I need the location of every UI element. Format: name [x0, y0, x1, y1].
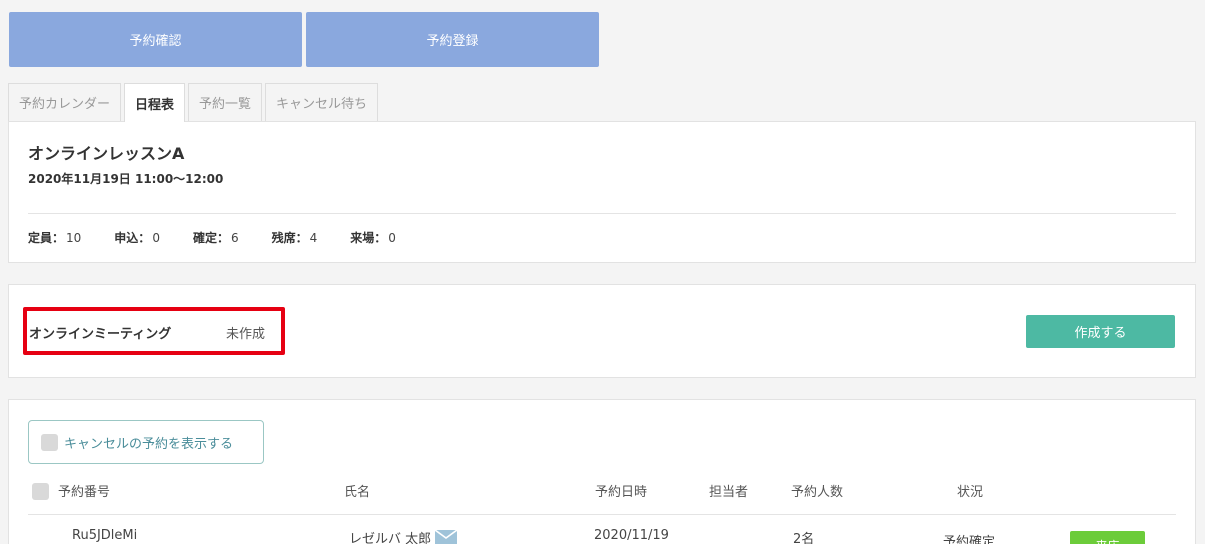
visit-button[interactable]: 来店	[1070, 531, 1145, 544]
divider	[28, 213, 1176, 214]
show-cancelled-toggle[interactable]: キャンセルの予約を表示する	[28, 420, 264, 464]
reservation-status: 予約確定	[943, 535, 996, 544]
column-header-count[interactable]: 予約人数	[791, 481, 843, 500]
select-all-checkbox[interactable]	[32, 483, 49, 500]
stat-visited: 来場： 0	[350, 229, 396, 246]
column-header-staff[interactable]: 担当者	[709, 481, 748, 500]
show-cancelled-checkbox[interactable]	[41, 433, 58, 451]
reservation-list-panel: キャンセルの予約を表示する 予約番号 氏名 予約日時 担当者 予約人数 状況 R…	[8, 399, 1196, 544]
column-header-name[interactable]: 氏名	[344, 481, 370, 500]
stat-label: 残席：	[271, 231, 308, 245]
stat-value: 6	[230, 231, 239, 245]
stat-applied: 申込： 0	[114, 229, 160, 246]
tab-reservation-list[interactable]: 予約一覧	[188, 83, 263, 121]
lesson-title: オンラインレッスンA	[28, 144, 185, 163]
stat-confirmed: 確定： 6	[193, 229, 239, 246]
stat-capacity: 定員： 10	[28, 229, 81, 246]
divider	[28, 514, 1176, 515]
lesson-info-panel: オンラインレッスンA 2020年11月19日 11:00〜12:00 定員： 10…	[8, 121, 1196, 263]
online-meeting-status: 未作成	[226, 327, 266, 342]
online-meeting-panel: オンラインミーティング 未作成 作成する	[8, 284, 1196, 378]
stat-label: 定員：	[28, 231, 65, 245]
reservation-confirm-button[interactable]: 予約確認	[9, 12, 302, 67]
reservation-register-button[interactable]: 予約登録	[306, 12, 599, 67]
stat-value: 4	[309, 231, 318, 245]
stat-label: 確定：	[192, 231, 229, 245]
stat-value: 0	[152, 231, 160, 245]
show-cancelled-label: キャンセルの予約を表示する	[64, 436, 234, 452]
lesson-date: 2020年11月19日 11:00〜12:00	[28, 172, 224, 186]
stat-label: 申込：	[114, 231, 151, 245]
column-header-status[interactable]: 状況	[957, 481, 983, 500]
customer-name[interactable]: レゼルバ 太郎	[349, 528, 458, 544]
column-header-number[interactable]: 予約番号	[58, 481, 110, 500]
tab-schedule[interactable]: 日程表	[124, 83, 186, 122]
online-meeting-label: オンラインミーティング	[29, 327, 172, 342]
lesson-stats: 定員： 10 申込： 0 確定： 6 残席： 4 来場： 0	[28, 229, 429, 246]
mail-icon[interactable]	[435, 530, 458, 544]
stat-value: 10	[66, 231, 82, 245]
reservation-number[interactable]: Ru5JDleMi	[72, 528, 137, 543]
stat-value: 0	[388, 231, 396, 245]
tab-cancel-waiting[interactable]: キャンセル待ち	[265, 83, 379, 121]
tab-reservation-calendar[interactable]: 予約カレンダー	[8, 83, 122, 121]
stat-label: 来場：	[350, 231, 387, 245]
reservation-count: 2名	[793, 532, 815, 544]
tab-bar: 予約カレンダー 日程表 予約一覧 キャンセル待ち	[8, 83, 381, 122]
customer-name-text: レゼルバ 太郎	[349, 532, 432, 544]
create-meeting-button[interactable]: 作成する	[1026, 315, 1175, 348]
stat-remaining: 残席： 4	[272, 229, 318, 246]
column-header-datetime[interactable]: 予約日時	[595, 481, 647, 500]
reservation-datetime: 2020/11/19	[594, 528, 669, 543]
